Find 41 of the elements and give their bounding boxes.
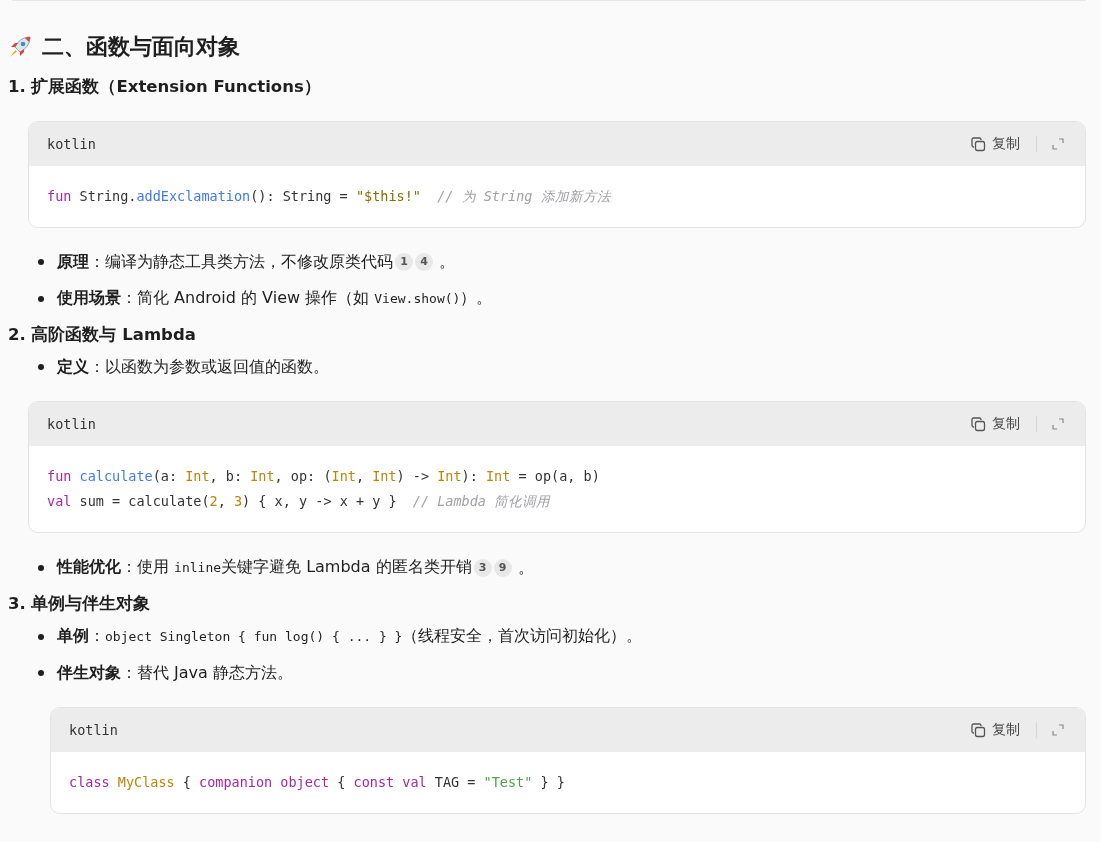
bullet-icon <box>38 633 44 640</box>
subheading: 3. 单例与伴生对象 <box>8 593 152 615</box>
subheading: 1. 扩展函数（Extension Functions） <box>8 76 322 98</box>
bullet-text: 。 <box>439 251 455 273</box>
expand-button[interactable] <box>1049 415 1067 433</box>
bullet-text: 定义：以函数为参数或返回值的函数。 <box>57 356 329 378</box>
expand-button[interactable] <box>1049 135 1067 153</box>
bullet-text: 性能优化：使用 inline关键字避免 Lambda 的匿名类开销 <box>57 556 472 578</box>
bullet-text: 原理：编译为静态工具类方法，不修改原类代码 <box>57 251 393 273</box>
bullet-text: 伴生对象：替代 Java 静态方法。 <box>57 662 293 684</box>
copy-icon <box>971 136 986 152</box>
copy-icon <box>971 416 986 432</box>
bullet-icon <box>38 259 44 265</box>
bullet-icon <box>38 670 44 676</box>
citation-badge[interactable]: 4 <box>415 253 433 271</box>
expand-icon <box>1051 137 1065 151</box>
code-language: kotlin <box>69 722 119 738</box>
copy-button[interactable]: 复制 <box>971 135 1020 153</box>
code-line: class MyClass { companion object { const val TAG = "Test" } } <box>69 773 566 792</box>
bullet-text: 单例：object Singleton { fun log() { ... } }（线程安全，首次访问初始化）。 <box>57 625 643 647</box>
citation-badge[interactable]: 9 <box>493 558 512 577</box>
code-language: kotlin <box>47 136 97 152</box>
code-language: kotlin <box>47 416 97 432</box>
copy-button[interactable]: 复制 <box>971 415 1020 433</box>
expand-button[interactable] <box>1049 721 1067 739</box>
citation-badge[interactable]: 1 <box>395 253 413 271</box>
bullet-icon <box>38 295 44 302</box>
bullet-icon <box>38 364 44 370</box>
code-line: val sum = calculate(2, 3) { x, y -> x + y } // Lambda 简化调用 <box>47 492 552 511</box>
expand-icon <box>1051 417 1065 431</box>
citation-badge[interactable]: 3 <box>473 558 492 577</box>
bullet-icon <box>38 564 44 571</box>
code-line: fun calculate(a: Int, b: Int, op: (Int, Int) -> Int): Int = op(a, b) <box>47 467 601 486</box>
expand-icon <box>1051 723 1065 737</box>
section-heading: 二、函数与面向对象 <box>42 33 240 61</box>
code-line: fun String.addExclamation(): String = "$this!" // 为 String 添加新方法 <box>47 187 612 206</box>
bullet-text: 使用场景：简化 Android 的 View 操作（如 View.show()）。 <box>57 287 493 309</box>
copy-button[interactable]: 复制 <box>971 721 1020 739</box>
subheading: 2. 高阶函数与 Lambda <box>8 324 197 346</box>
bullet-text: 。 <box>517 556 534 579</box>
copy-icon <box>971 722 986 738</box>
